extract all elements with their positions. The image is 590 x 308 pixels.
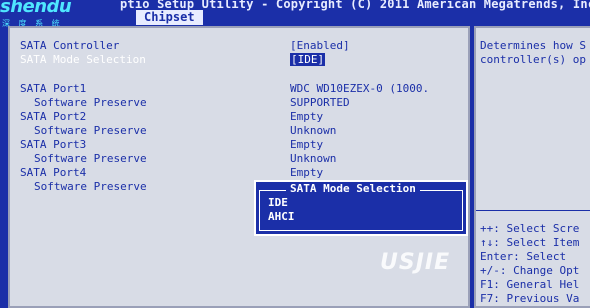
port3-software-preserve-label: Software Preserve [34,152,147,165]
key-hint-general-help: F1: General Hel [480,278,580,291]
sata-mode-value-text[interactable]: [IDE] [290,53,326,66]
title-bar: ptio Setup Utility - Copyright (C) 2011 … [0,0,590,11]
sata-port1-value: WDC WD10EZEX-0 (1000. [290,82,430,95]
sata-port2-value: Empty [290,110,324,123]
key-hint-select-screen: ++: Select Scre [480,222,580,235]
port1-software-preserve-value: SUPPORTED [290,96,350,109]
sata-mode-selection-popup: SATA Mode Selection IDE AHCI [254,180,468,236]
sata-controller-label: SATA Controller [20,39,120,52]
popup-option-ahci[interactable]: AHCI [268,210,295,223]
key-hint-change-option: +/-: Change Opt [480,264,580,277]
watermark-logo: shendu [0,0,72,17]
key-hint-select-item: ↑↓: Select Item [480,236,580,249]
tab-chipset[interactable]: Chipset [136,10,203,25]
help-text-line2: controller(s) op [480,53,586,66]
sata-port3-label: SATA Port3 [20,138,87,151]
sata-mode-selection-label[interactable]: SATA Mode Selection [20,53,146,66]
popup-option-ide[interactable]: IDE [268,196,288,209]
sata-mode-selection-value[interactable]: [IDE] [290,53,326,66]
popup-title: SATA Mode Selection [286,182,420,195]
port4-software-preserve-label: Software Preserve [34,180,147,193]
key-hint-previous-values: F7: Previous Va [480,292,580,305]
help-text-line1: Determines how S [480,39,586,52]
sata-port3-value: Empty [290,138,324,151]
help-divider [476,210,590,211]
port2-software-preserve-value: Unknown [290,124,337,137]
key-hint-enter-select: Enter: Select [480,250,567,263]
sata-controller-value[interactable]: [Enabled] [290,39,350,52]
port1-software-preserve-label: Software Preserve [34,96,147,109]
sata-port4-value: Empty [290,166,324,179]
watermark-bottom-logo: USJIE [380,250,451,275]
sata-port4-label: SATA Port4 [20,166,87,179]
sata-port2-label: SATA Port2 [20,110,87,123]
help-panel: Determines how S controller(s) op ++: Se… [474,26,590,308]
port2-software-preserve-label: Software Preserve [34,124,147,137]
port3-software-preserve-value: Unknown [290,152,337,165]
sata-port1-label: SATA Port1 [20,82,87,95]
